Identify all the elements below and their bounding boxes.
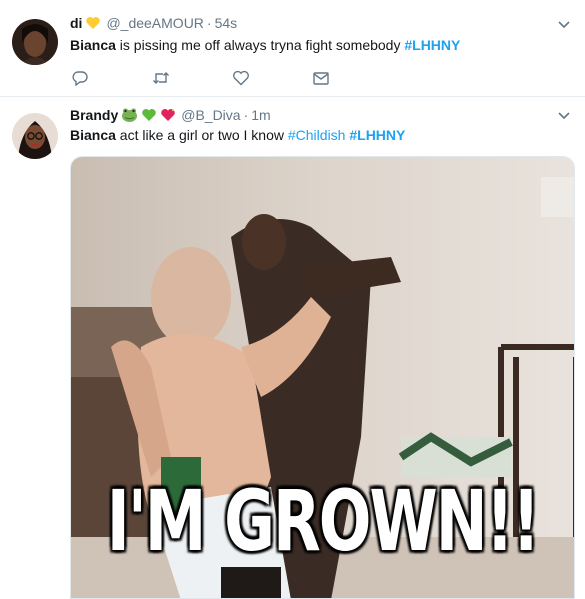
display-name[interactable]: di <box>70 15 82 31</box>
tweet-di[interactable]: di @_deeAMOUR · 54s Bianca is pissing me… <box>0 0 585 97</box>
like-icon[interactable] <box>232 70 250 86</box>
user-handle[interactable]: @_deeAMOUR <box>106 15 203 31</box>
hashtag-lhhny[interactable]: #LHHNY <box>404 37 460 53</box>
display-name[interactable]: Brandy <box>70 107 118 123</box>
direct-message-icon[interactable] <box>312 70 330 86</box>
tweet-text: Bianca act like a girl or two I know #Ch… <box>70 126 405 144</box>
avatar[interactable] <box>12 113 58 159</box>
tweet-brandy[interactable]: Brandy @B_Diva · 1m Bianca act like a gi… <box>0 97 585 599</box>
tweet-header: di @_deeAMOUR · 54s <box>70 14 237 32</box>
gif-media[interactable]: I'M GROWN!! <box>70 156 575 599</box>
timestamp[interactable]: 1m <box>251 107 270 123</box>
frog-face-icon <box>121 107 138 123</box>
separator-dot: · <box>243 107 249 123</box>
sparkling-heart-icon <box>160 107 176 123</box>
separator-dot: · <box>206 15 212 31</box>
tweet-body: act like a girl or two I know <box>115 127 288 143</box>
hashtag-lhhny[interactable]: #LHHNY <box>349 127 405 143</box>
yellow-heart-icon <box>85 15 101 31</box>
mention-bianca: Bianca <box>70 127 116 143</box>
reply-icon[interactable] <box>72 70 90 87</box>
tweet-body: is pissing me off always tryna fight som… <box>115 37 405 53</box>
tweet-header: Brandy @B_Diva · 1m <box>70 106 271 124</box>
chevron-down-icon[interactable] <box>557 109 571 123</box>
chevron-down-icon[interactable] <box>557 18 571 32</box>
avatar[interactable] <box>12 19 58 65</box>
gif-caption: I'M GROWN!! <box>106 471 541 570</box>
retweet-icon[interactable] <box>152 70 170 86</box>
tweet-text: Bianca is pissing me off always tryna fi… <box>70 36 460 54</box>
user-handle[interactable]: @B_Diva <box>181 107 240 123</box>
mention-bianca: Bianca <box>70 37 116 53</box>
timestamp[interactable]: 54s <box>215 15 238 31</box>
hashtag-childish[interactable]: #Childish <box>288 127 346 143</box>
green-heart-icon <box>141 107 157 123</box>
